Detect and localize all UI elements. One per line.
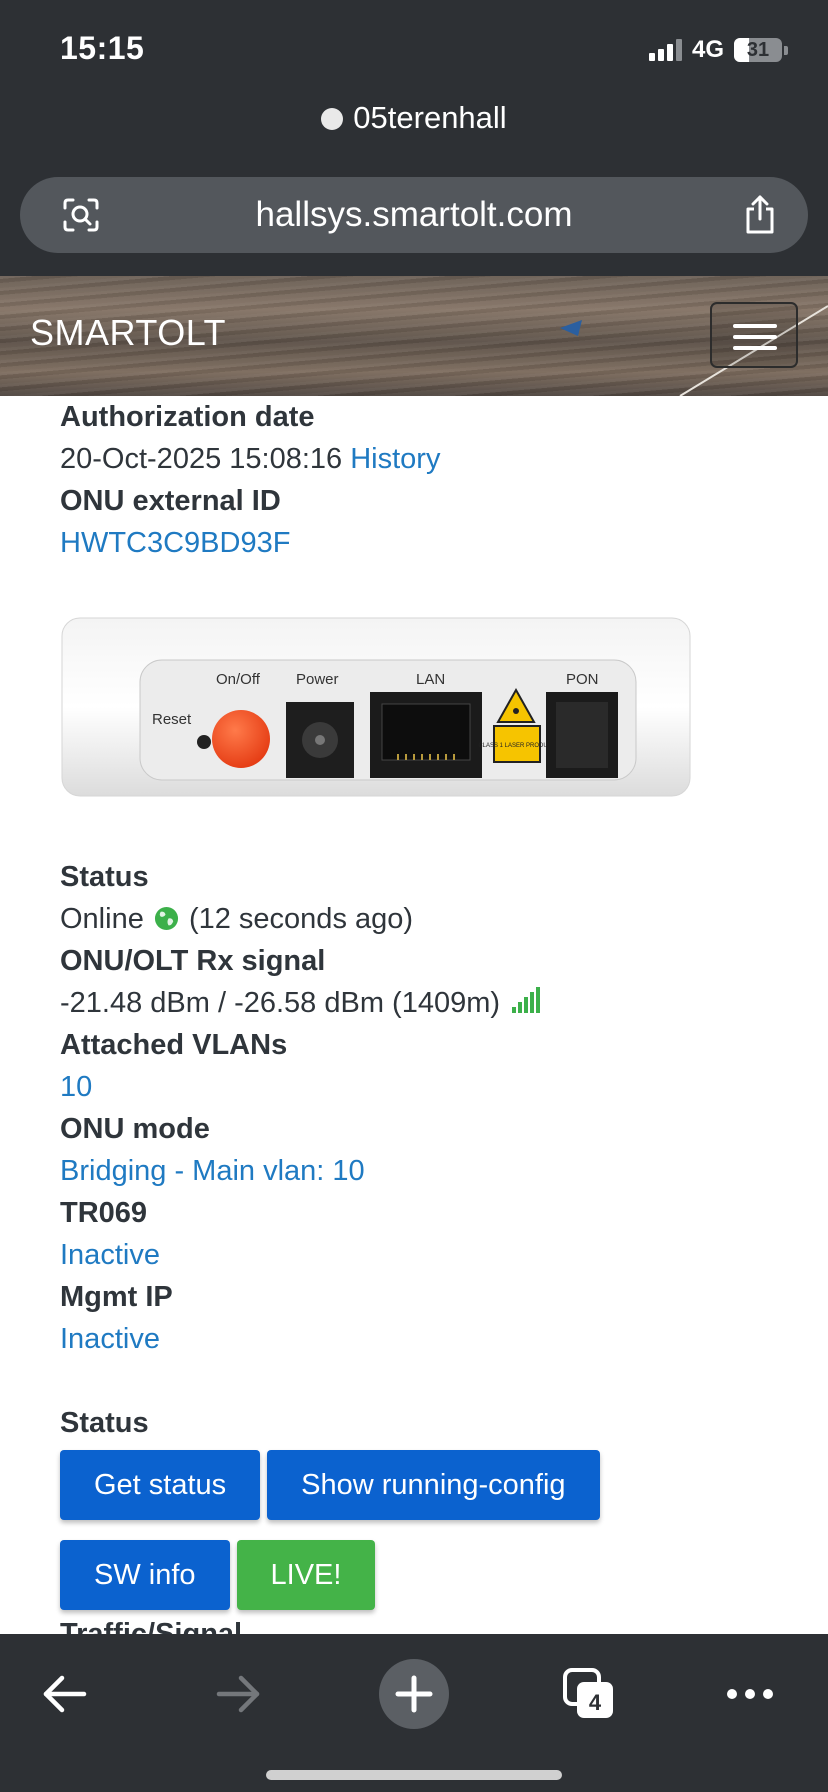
rx-signal-row: -21.48 dBm / -26.58 dBm (1409m) xyxy=(60,982,800,1024)
pon-label: PON xyxy=(566,671,599,688)
laser-label: CLASS 1 LASER PRODUCT xyxy=(478,743,556,749)
onoff-label: On/Off xyxy=(216,671,261,688)
onu-mode-label: ONU mode xyxy=(60,1113,210,1145)
authorization-date-row: 20-Oct-2025 15:08:16 History xyxy=(60,438,800,480)
battery-level: 31 xyxy=(746,39,770,61)
status-age: (12 seconds ago) xyxy=(188,903,414,935)
sw-info-button[interactable]: SW info xyxy=(60,1540,230,1610)
network-type: 4G xyxy=(691,36,724,63)
battery-icon: 31 xyxy=(734,38,782,62)
page-title: 05terenhall xyxy=(0,100,828,136)
plus-icon xyxy=(379,1659,449,1729)
tr069-label: TR069 xyxy=(60,1197,148,1229)
mgmt-ip-value[interactable]: Inactive xyxy=(60,1318,800,1360)
power-label: Power xyxy=(296,671,339,688)
tabs-button[interactable]: 4 xyxy=(553,1658,625,1730)
show-running-config-button[interactable]: Show running-config xyxy=(267,1450,600,1520)
forward-button[interactable] xyxy=(203,1658,275,1730)
onu-details: Authorization date 20-Oct-2025 15:08:16 … xyxy=(60,396,800,1610)
new-tab-button[interactable] xyxy=(378,1658,450,1730)
browser-toolbar: 4 xyxy=(0,1634,828,1792)
external-id-label: ONU external ID xyxy=(60,485,281,517)
hamburger-menu-button[interactable] xyxy=(710,302,798,368)
vlans-label: Attached VLANs xyxy=(60,1029,288,1061)
status-value: Online xyxy=(60,903,144,935)
back-arrow-icon xyxy=(43,1675,87,1713)
actions-row-2: SW info LIVE! xyxy=(60,1540,800,1610)
authorization-date-value: 20-Oct-2025 15:08:16 xyxy=(60,443,343,475)
globe-icon xyxy=(154,906,178,931)
status-label: Status xyxy=(60,861,149,893)
more-button[interactable] xyxy=(714,1658,786,1730)
live-button[interactable]: LIVE! xyxy=(236,1540,376,1610)
smartolt-navbar: SMARTOLT xyxy=(0,276,828,396)
reset-label: Reset xyxy=(152,711,192,728)
forward-arrow-icon xyxy=(216,1675,260,1713)
address-bar[interactable]: hallsys.smartolt.com xyxy=(20,177,808,253)
back-button[interactable] xyxy=(28,1658,100,1730)
tr069-value[interactable]: Inactive xyxy=(60,1234,800,1276)
lan-label: LAN xyxy=(416,671,445,688)
signal-strength-icon xyxy=(512,987,541,1013)
onu-mode-value[interactable]: Bridging - Main vlan: 10 xyxy=(60,1150,800,1192)
authorization-date-label: Authorization date xyxy=(60,401,315,433)
rx-signal-label: ONU/OLT Rx signal xyxy=(60,945,326,977)
actions-row-1: Get status Show running-config xyxy=(60,1450,800,1520)
mgmt-ip-label: Mgmt IP xyxy=(60,1281,173,1313)
tab-count: 4 xyxy=(589,1690,602,1715)
brand-logo[interactable]: SMARTOLT xyxy=(30,312,226,354)
home-indicator[interactable] xyxy=(266,1770,562,1780)
status-row: Online (12 seconds ago) xyxy=(60,898,800,940)
page-title-text: 05terenhall xyxy=(353,100,507,135)
more-icon xyxy=(727,1689,773,1699)
site-favicon-icon xyxy=(321,108,344,130)
cellular-signal-icon xyxy=(648,39,682,61)
tabs-icon: 4 xyxy=(563,1668,613,1718)
get-status-button[interactable]: Get status xyxy=(60,1450,261,1520)
history-link[interactable]: History xyxy=(350,443,440,475)
vlans-value[interactable]: 10 xyxy=(60,1066,800,1108)
share-icon[interactable] xyxy=(740,193,780,235)
rx-signal-value: -21.48 dBm / -26.58 dBm (1409m) xyxy=(60,987,501,1019)
status-indicators: 4G 31 xyxy=(648,36,788,64)
actions-section-label: Status xyxy=(60,1407,149,1439)
onu-device-image: Reset On/Off Power LAN PON CLASS 1 LASER… xyxy=(61,617,691,797)
external-id-value[interactable]: HWTC3C9BD93F xyxy=(60,522,800,564)
url-text[interactable]: hallsys.smartolt.com xyxy=(20,195,808,235)
status-time: 15:15 xyxy=(60,30,145,66)
browser-chrome: 15:15 4G 31 05terenhall hallsys.smartolt… xyxy=(0,0,828,276)
